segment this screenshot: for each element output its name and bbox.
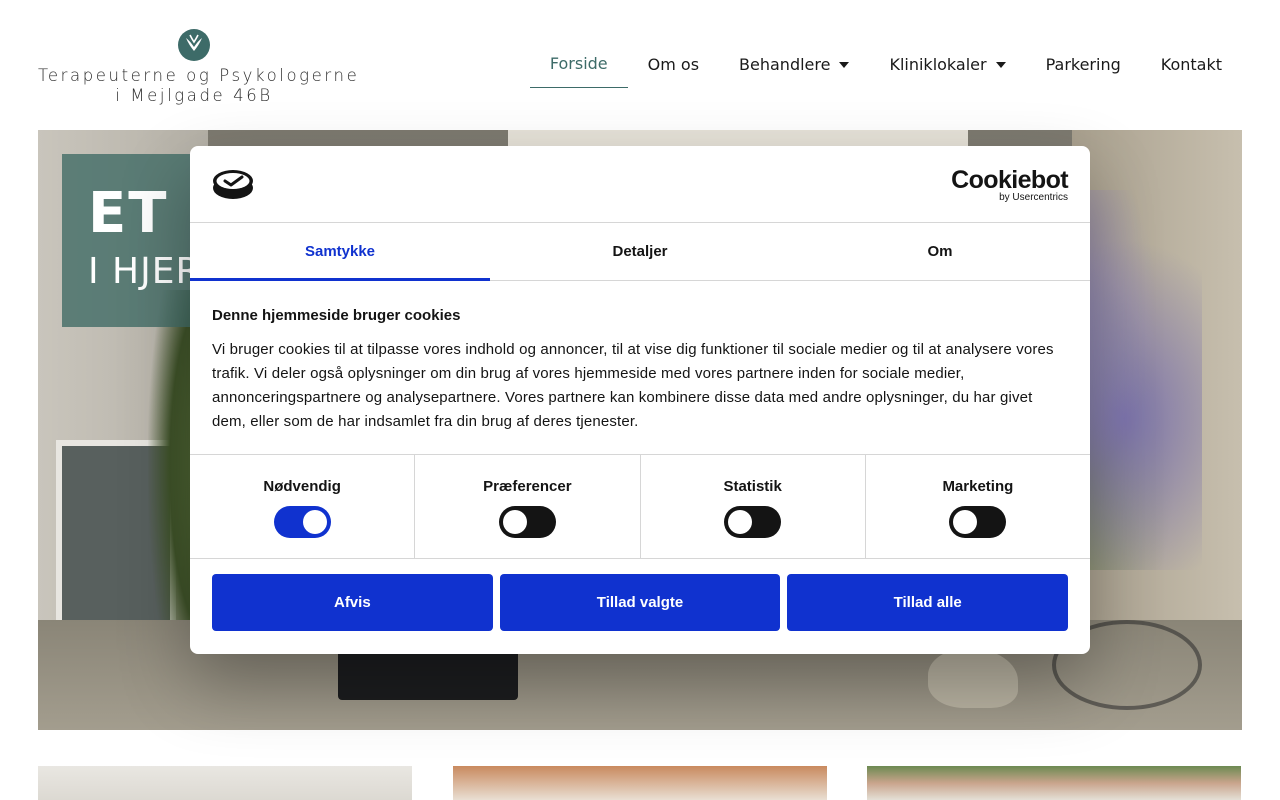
cookie-dialog-heading: Denne hjemmeside bruger cookies	[212, 307, 461, 324]
cookie-dialog-tabs: Samtykke Detaljer Om	[190, 223, 1090, 281]
toggle-praeferencer: Præferencer	[415, 455, 641, 558]
cookie-dialog-body: Denne hjemmeside bruger cookies Vi bruge…	[212, 306, 1068, 434]
cookie-dialog-actions: Afvis Tillad valgte Tillad alle	[212, 574, 1069, 631]
praeferencer-switch[interactable]	[498, 506, 556, 538]
cookie-category-toggles: Nødvendig Præferencer Statistik Marketin…	[190, 454, 1090, 559]
toggle-label: Statistik	[723, 478, 782, 495]
nav-item-kontakt[interactable]: Kontakt	[1141, 40, 1242, 88]
main-navigation: Forside Om os Behandlere Kliniklokaler P…	[529, 40, 1242, 88]
toggle-label: Nødvendig	[263, 478, 341, 495]
statistik-switch[interactable]	[724, 506, 782, 538]
tab-detaljer[interactable]: Detaljer	[490, 223, 790, 280]
toggle-statistik: Statistik	[641, 455, 866, 558]
cookie-dialog-description: Vi bruger cookies til at tilpasse vores …	[212, 341, 1054, 430]
card-image-2[interactable]	[453, 766, 827, 800]
nav-item-behandlere[interactable]: Behandlere	[719, 40, 869, 88]
cookiebot-brand[interactable]: Cookiebot by Usercentrics	[951, 167, 1068, 203]
toggle-label: Præferencer	[483, 478, 572, 495]
nav-item-parkering[interactable]: Parkering	[1026, 40, 1141, 88]
cookie-consent-dialog: Cookiebot by Usercentrics Samtykke Detal…	[190, 146, 1090, 654]
nodvendig-switch[interactable]	[273, 506, 331, 538]
switch-knob	[953, 510, 978, 534]
nav-item-label: Kliniklokaler	[889, 54, 987, 74]
switch-knob	[728, 510, 753, 534]
nav-item-kliniklokaler[interactable]: Kliniklokaler	[869, 40, 1025, 88]
cookie-dialog-header: Cookiebot by Usercentrics	[190, 146, 1090, 223]
switch-knob	[302, 510, 327, 534]
reject-button[interactable]: Afvis	[212, 574, 493, 631]
toggle-label: Marketing	[942, 478, 1014, 495]
nav-item-om-os[interactable]: Om os	[628, 40, 719, 88]
toggle-nodvendig: Nødvendig	[190, 455, 416, 558]
allow-all-button[interactable]: Tillad alle	[787, 574, 1069, 631]
marketing-switch[interactable]	[949, 506, 1007, 538]
card-image-3[interactable]	[867, 766, 1241, 800]
site-logo[interactable]: Terapeuterne og Psykologerne i Mejlgade …	[38, 28, 360, 106]
heart-leaf-logo-icon	[178, 29, 210, 61]
caret-down-icon	[839, 62, 850, 68]
cookiebot-brand-name: Cookiebot	[951, 166, 1068, 194]
allow-selected-button[interactable]: Tillad valgte	[499, 574, 781, 631]
nav-item-label: Behandlere	[739, 54, 831, 74]
tab-samtykke[interactable]: Samtykke	[190, 223, 490, 281]
toggle-marketing: Marketing	[866, 455, 1090, 558]
switch-knob	[502, 510, 527, 534]
caret-down-icon	[995, 62, 1006, 68]
cookie-consent-logo-icon	[213, 170, 253, 199]
card-image-1[interactable]	[38, 766, 412, 800]
nav-item-forside[interactable]: Forside	[529, 40, 628, 88]
logo-text-line2: i Mejlgade 46B	[115, 86, 273, 105]
logo-text-line1: Terapeuterne og Psykologerne	[38, 66, 360, 85]
tab-om[interactable]: Om	[790, 223, 1090, 280]
